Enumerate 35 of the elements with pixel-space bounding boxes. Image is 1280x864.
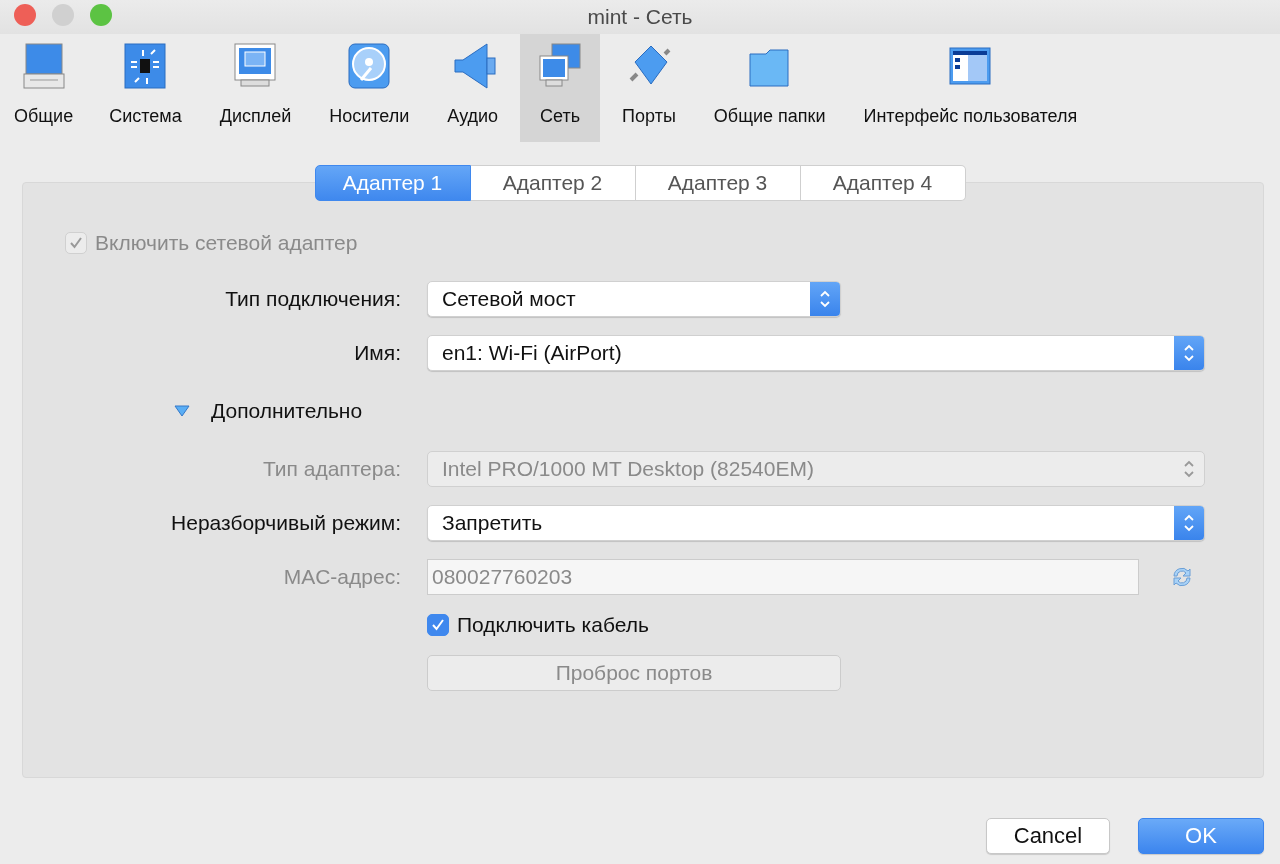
checkmark-icon <box>69 236 83 250</box>
toolbar-item[interactable]: Система <box>93 34 198 142</box>
toolbar-item[interactable]: Порты <box>606 34 692 142</box>
field-label: Имя: <box>353 341 401 365</box>
chevron-icon <box>1174 336 1204 370</box>
triangle-down-icon[interactable] <box>174 405 190 417</box>
checkmark-icon <box>431 618 445 632</box>
field-label: MAC-адрес: <box>282 565 401 589</box>
zoom-button[interactable] <box>90 4 112 26</box>
toolbar-item[interactable]: Дисплей <box>203 34 308 142</box>
toolbar-item[interactable]: Носители <box>313 34 426 142</box>
close-button[interactable] <box>14 4 36 26</box>
dropdown[interactable]: Сетевой мост <box>427 281 841 317</box>
cancel-button[interactable]: Cancel <box>986 818 1110 854</box>
checkbox-label: Включить сетевой адаптер <box>95 231 358 255</box>
section-label: Дополнительно <box>211 399 363 423</box>
tab[interactable]: Адаптер 2 <box>470 165 636 201</box>
toolbar-item[interactable]: Общие <box>0 34 88 142</box>
checkbox[interactable] <box>427 614 449 636</box>
field-label: Тип адаптера: <box>261 457 401 481</box>
toolbar-item[interactable]: Общие папки <box>697 34 842 142</box>
minimize-button[interactable] <box>52 4 74 26</box>
dropdown[interactable]: en1: Wi-Fi (AirPort) <box>427 335 1205 371</box>
field-label: Неразборчивый режим: <box>170 511 401 535</box>
checkbox-label: Подключить кабель <box>457 613 649 637</box>
toolbar-item[interactable]: Интерфейс пользователя <box>847 34 1094 142</box>
tab[interactable]: Адаптер 4 <box>800 165 966 201</box>
dropdown[interactable]: Запретить <box>427 505 1205 541</box>
window-title: mint - Сеть <box>587 5 693 29</box>
toolbar-item[interactable]: Аудио <box>431 34 515 142</box>
chevron-icon <box>810 282 840 316</box>
toolbar-item[interactable]: Сеть <box>520 34 601 142</box>
field-label: Тип подключения: <box>224 287 401 311</box>
tab[interactable]: Адаптер 3 <box>635 165 801 201</box>
chevron-icon <box>1174 506 1204 540</box>
